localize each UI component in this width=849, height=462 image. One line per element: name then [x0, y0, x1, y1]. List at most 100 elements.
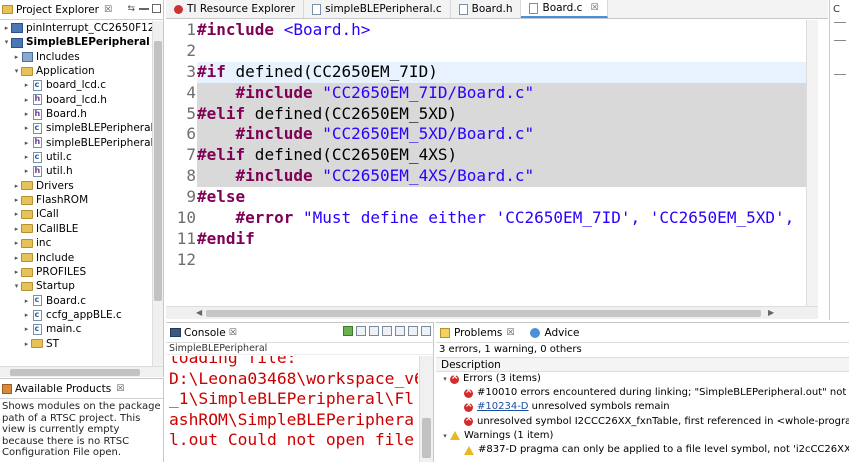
- close-icon[interactable]: ☒: [229, 328, 237, 338]
- code-line[interactable]: 9 #else: [166, 187, 806, 208]
- code-line[interactable]: 12: [166, 250, 806, 271]
- tree-item[interactable]: ▸ PROFILES: [0, 265, 152, 279]
- expand-right-icon[interactable]: ▸: [12, 251, 21, 265]
- problem-item[interactable]: unresolved symbol I2CCC26XX_fxnTable, fi…: [436, 412, 849, 429]
- expand-right-icon[interactable]: ▸: [12, 193, 21, 207]
- tree-item[interactable]: ▸ Includes: [0, 50, 152, 64]
- tree-item[interactable]: ▸ util.c: [0, 150, 152, 164]
- expand-right-icon[interactable]: ▸: [12, 265, 21, 279]
- open-console-icon[interactable]: [408, 326, 418, 336]
- expand-down-icon[interactable]: ▾: [440, 429, 450, 443]
- editor-vertical-scrollbar[interactable]: [806, 20, 818, 306]
- expand-right-icon[interactable]: ▸: [22, 136, 31, 150]
- tree-item[interactable]: ▸ Include: [0, 251, 152, 265]
- editor-tab[interactable]: TI Resource Explorer: [166, 0, 305, 18]
- project-tree-vertical-scrollbar[interactable]: [152, 21, 163, 366]
- tree-item[interactable]: ▸ board_lcd.c: [0, 78, 152, 92]
- expand-right-icon[interactable]: ▸: [22, 308, 31, 322]
- tree-item[interactable]: ▸ Drivers: [0, 179, 152, 193]
- expand-right-icon[interactable]: ▸: [22, 93, 31, 107]
- description-column-header[interactable]: Description: [436, 357, 849, 372]
- problem-item[interactable]: #10010 errors encountered during linking…: [436, 384, 849, 400]
- maximize-icon[interactable]: [152, 4, 161, 13]
- code-line[interactable]: 5 #elif defined(CC2650EM_5XD): [166, 103, 806, 125]
- expand-right-icon[interactable]: ▸: [22, 322, 31, 336]
- expand-right-icon[interactable]: ▸: [12, 236, 21, 250]
- expand-down-icon[interactable]: ▾: [440, 372, 450, 386]
- tree-item[interactable]: ▸ ST: [0, 337, 152, 351]
- expand-right-icon[interactable]: ▸: [12, 50, 21, 64]
- outline-tab-label[interactable]: C: [833, 4, 840, 15]
- expand-down-icon[interactable]: ▾: [2, 35, 11, 49]
- scrollbar-thumb[interactable]: [422, 418, 431, 458]
- problem-category[interactable]: ▾ Errors (3 items): [436, 370, 849, 386]
- problems-tab[interactable]: Problems: [454, 327, 502, 339]
- clear-console-icon[interactable]: [369, 326, 379, 336]
- tree-item[interactable]: ▸ pinInterrupt_CC2650F128: [0, 21, 152, 35]
- tree-item[interactable]: ▸ FlashROM: [0, 193, 152, 207]
- scroll-right-icon[interactable]: ▶: [768, 308, 774, 317]
- minimize-icon[interactable]: [139, 8, 149, 10]
- expand-right-icon[interactable]: ▸: [22, 107, 31, 121]
- available-products-tab[interactable]: Available Products ☒: [0, 379, 163, 399]
- expand-right-icon[interactable]: ▸: [22, 78, 31, 92]
- tree-item[interactable]: ▸ Board.c: [0, 293, 152, 308]
- scrollbar-thumb[interactable]: [154, 41, 162, 301]
- expand-right-icon[interactable]: ▸: [22, 164, 31, 178]
- code-line[interactable]: 6 #include "CC2650EM_5XD/Board.c": [166, 124, 806, 146]
- project-explorer-tab[interactable]: Project Explorer ☒ ⇆: [0, 0, 163, 20]
- console-tab[interactable]: Console ☒: [166, 323, 433, 343]
- code-line[interactable]: 10 #error "Must define either 'CC2650EM_…: [166, 208, 806, 229]
- code-line[interactable]: 1 #include <Board.h>: [166, 20, 806, 41]
- link-editor-icon[interactable]: ⇆: [127, 4, 135, 14]
- code-line[interactable]: 8 #include "CC2650EM_4XS/Board.c": [166, 166, 806, 188]
- scroll-lock-icon[interactable]: [382, 326, 392, 336]
- scrollbar-thumb[interactable]: [206, 310, 761, 317]
- project-tree-horizontal-scrollbar[interactable]: [0, 366, 163, 377]
- tree-item[interactable]: ▸ main.c: [0, 322, 152, 336]
- expand-right-icon[interactable]: ▸: [22, 337, 31, 351]
- console-output[interactable]: loading file: D:\Leona03468\workspace_v6 _…: [166, 356, 418, 462]
- code-line[interactable]: 3 #if defined(CC2650EM_7ID): [166, 61, 806, 83]
- console-vertical-scrollbar[interactable]: [419, 356, 433, 462]
- problem-item[interactable]: #837-D pragma can only be applied to a f…: [436, 443, 849, 457]
- advice-tab[interactable]: Advice: [544, 327, 579, 339]
- tree-item[interactable]: ▸ ccfg_appBLE.c: [0, 308, 152, 322]
- code-line[interactable]: 11 #endif: [166, 229, 806, 250]
- expand-right-icon[interactable]: ▸: [2, 21, 11, 35]
- code-line[interactable]: 7 #elif defined(CC2650EM_4XS): [166, 145, 806, 167]
- problem-link[interactable]: #10234-D: [477, 400, 529, 414]
- expand-right-icon[interactable]: ▸: [22, 121, 31, 135]
- expand-right-icon[interactable]: ▸: [22, 150, 31, 164]
- outline-minimize-icon[interactable]: [834, 22, 846, 23]
- expand-down-icon[interactable]: ▾: [12, 279, 21, 293]
- tree-item[interactable]: ▾SimpleBLEPeripheral[Acti: [0, 35, 152, 49]
- close-icon[interactable]: ☒: [506, 328, 514, 338]
- tree-item[interactable]: ▸ ICall: [0, 207, 152, 221]
- close-icon[interactable]: ☒: [104, 5, 112, 15]
- code-line[interactable]: 2: [166, 41, 806, 62]
- editor-tab[interactable]: simpleBLEPeripheral.c: [304, 0, 451, 18]
- expand-down-icon[interactable]: ▾: [12, 64, 21, 78]
- display-selected-console-icon[interactable]: [343, 326, 353, 336]
- editor-tab[interactable]: Board.c ☒: [521, 0, 608, 18]
- problem-item[interactable]: #10234-D unresolved symbols remain: [436, 398, 849, 414]
- expand-right-icon[interactable]: ▸: [22, 294, 31, 308]
- problem-category[interactable]: ▾ Warnings (1 item): [436, 429, 849, 443]
- tree-item[interactable]: ▾ Startup: [0, 279, 152, 293]
- word-wrap-icon[interactable]: [395, 326, 405, 336]
- editor-horizontal-scrollbar[interactable]: ◀ ▶: [166, 306, 818, 319]
- code-editor[interactable]: 1 #include <Board.h> 2 3 #if defined(CC2650E…: [166, 20, 806, 306]
- tree-item[interactable]: ▸ util.h: [0, 164, 152, 178]
- editor-tab[interactable]: Board.h: [451, 0, 522, 18]
- tree-item[interactable]: ▾ Application: [0, 64, 152, 78]
- tree-item[interactable]: ▸ ICallBLE: [0, 222, 152, 236]
- scrollbar-thumb[interactable]: [10, 369, 140, 376]
- expand-right-icon[interactable]: ▸: [12, 222, 21, 236]
- pin-console-icon[interactable]: [356, 326, 366, 336]
- expand-right-icon[interactable]: ▸: [12, 179, 21, 193]
- tree-item[interactable]: ▸ inc: [0, 236, 152, 250]
- tree-item[interactable]: ▸ simpleBLEPeripheral.c: [0, 121, 152, 135]
- tree-item[interactable]: ▸ Board.h: [0, 107, 152, 121]
- close-icon[interactable]: ☒: [590, 3, 598, 13]
